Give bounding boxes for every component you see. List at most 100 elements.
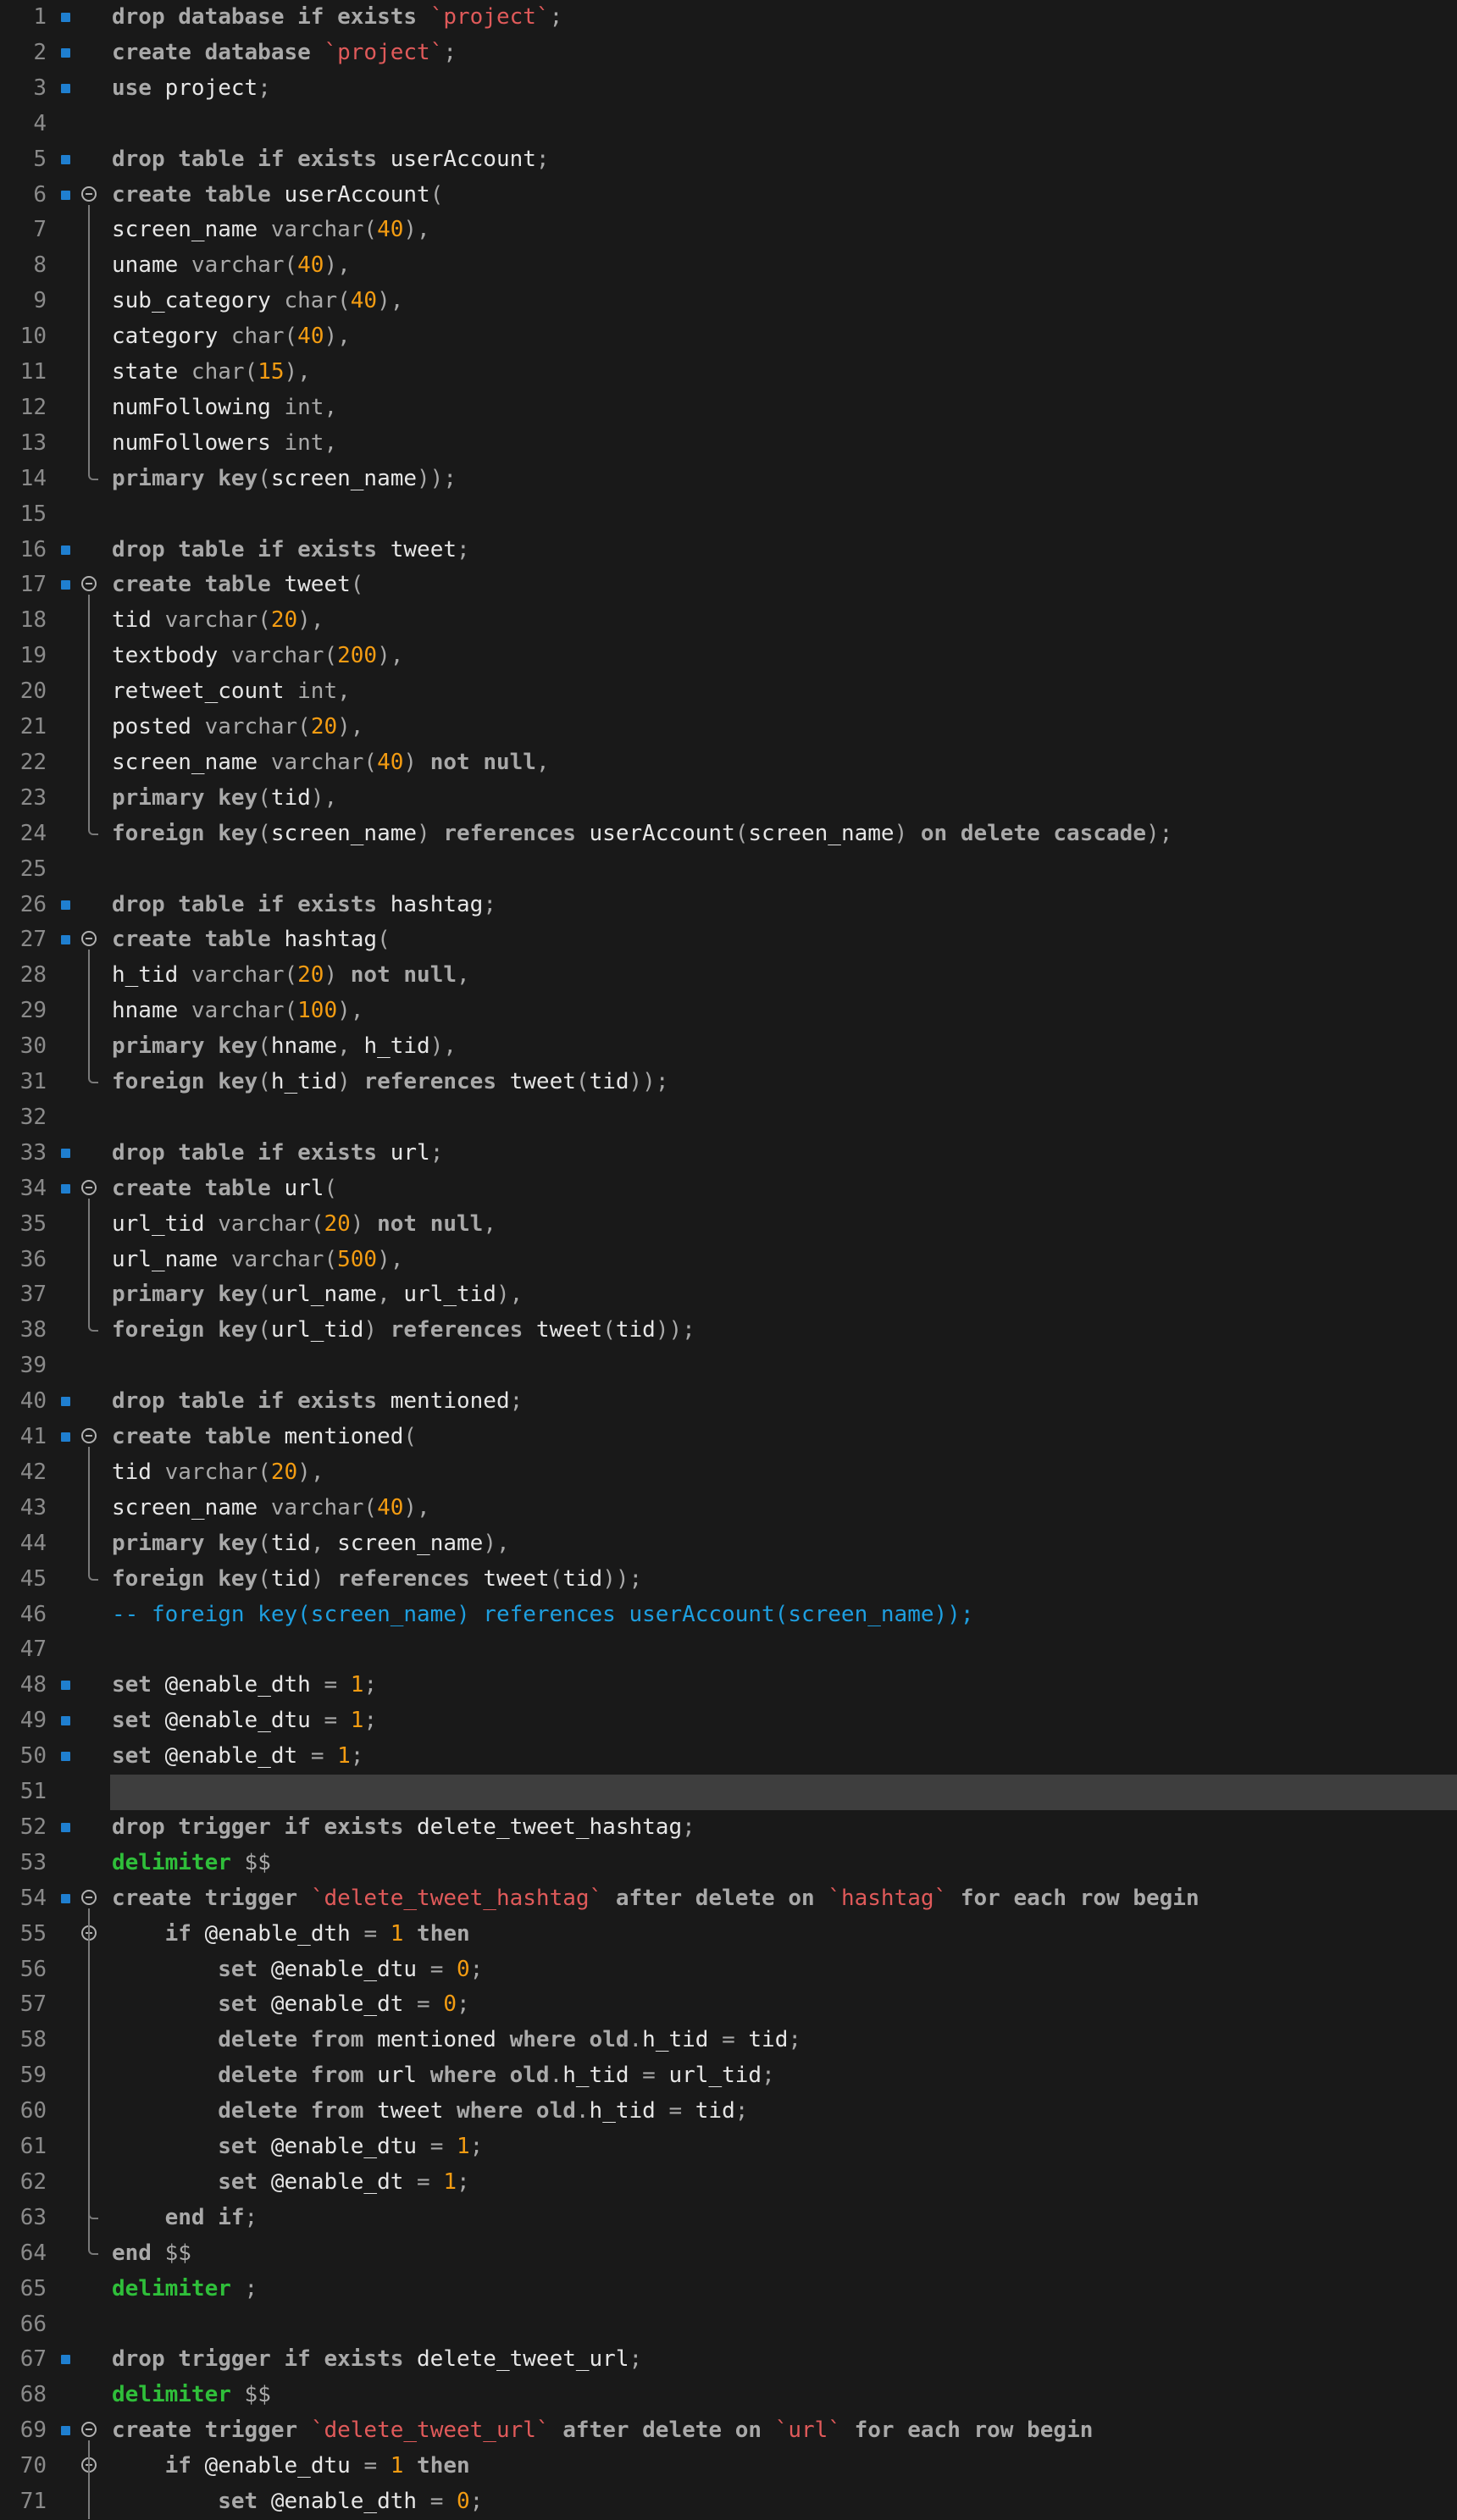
code-text[interactable]: hname varchar(100), (112, 994, 363, 1029)
code-text[interactable]: h_tid varchar(20) not null, (112, 958, 470, 994)
code-line[interactable]: 20 retweet_count int, (0, 674, 1457, 710)
statement-marker-icon[interactable] (61, 13, 70, 22)
code-text[interactable]: drop trigger if exists delete_tweet_hash… (112, 1810, 695, 1846)
code-line[interactable]: 5 drop table if exists userAccount; (0, 142, 1457, 178)
fold-toggle-icon[interactable] (81, 1179, 97, 1195)
code-line[interactable]: 52 drop trigger if exists delete_tweet_ha… (0, 1810, 1457, 1846)
code-line[interactable]: 38 foreign key(url_tid) references tweet(… (0, 1313, 1457, 1349)
statement-marker-icon[interactable] (61, 900, 70, 910)
code-text[interactable]: drop table if exists userAccount; (112, 142, 550, 178)
statement-marker-icon[interactable] (61, 190, 70, 200)
code-text[interactable]: create database `project`; (112, 36, 457, 71)
statement-marker-icon[interactable] (61, 47, 70, 58)
code-line[interactable]: 4 (0, 107, 1457, 142)
code-line[interactable]: 13 numFollowers int, (0, 426, 1457, 462)
code-text[interactable]: screen_name varchar(40) not null, (112, 745, 550, 781)
code-line[interactable]: 9 sub_category char(40), (0, 284, 1457, 319)
code-line[interactable]: 19 textbody varchar(200), (0, 639, 1457, 674)
code-text[interactable]: primary key(screen_name)); (112, 462, 457, 497)
code-line[interactable]: 24 foreign key(screen_name) references us… (0, 817, 1457, 852)
code-text[interactable]: primary key(url_name, url_tid), (112, 1277, 523, 1313)
code-text[interactable]: primary key(tid), (112, 781, 337, 817)
code-line[interactable]: 61 set @enable_dtu = 1; (0, 2130, 1457, 2165)
statement-marker-icon[interactable] (61, 2426, 70, 2436)
code-text[interactable]: tid varchar(20), (112, 1455, 324, 1491)
code-line[interactable]: 66 (0, 2307, 1457, 2343)
code-text[interactable]: set @enable_dtu = 1; (112, 2130, 483, 2165)
code-line[interactable]: 37 primary key(url_name, url_tid), (0, 1277, 1457, 1313)
code-text[interactable]: create trigger `delete_tweet_url` after … (112, 2413, 1093, 2449)
statement-marker-icon[interactable] (61, 154, 70, 164)
code-text[interactable]: delimiter $$ (112, 2378, 271, 2413)
statement-marker-icon[interactable] (61, 1432, 70, 1442)
code-line[interactable]: 12 numFollowing int, (0, 390, 1457, 426)
code-text[interactable]: url_name varchar(500), (112, 1243, 403, 1278)
code-line[interactable]: 56 set @enable_dtu = 0; (0, 1952, 1457, 1988)
statement-marker-icon[interactable] (61, 580, 70, 590)
statement-marker-icon[interactable] (61, 83, 70, 93)
code-text[interactable]: drop table if exists tweet; (112, 533, 470, 568)
statement-marker-icon[interactable] (61, 545, 70, 555)
code-line[interactable]: 31 foreign key(h_tid) references tweet(ti… (0, 1065, 1457, 1100)
code-text[interactable]: end if; (112, 2201, 258, 2236)
code-line[interactable]: 30 primary key(hname, h_tid), (0, 1029, 1457, 1065)
code-text[interactable]: delete from mentioned where old.h_tid = … (112, 2023, 801, 2058)
code-line[interactable]: 58 delete from mentioned where old.h_tid… (0, 2023, 1457, 2058)
code-text[interactable]: numFollowing int, (112, 390, 337, 426)
code-line[interactable]: 7 screen_name varchar(40), (0, 213, 1457, 248)
code-line[interactable]: 48 set @enable_dth = 1; (0, 1668, 1457, 1703)
fold-toggle-icon[interactable] (81, 1428, 97, 1443)
code-line[interactable]: 45 foreign key(tid) references tweet(tid)… (0, 1562, 1457, 1598)
code-text[interactable]: end $$ (112, 2236, 191, 2272)
code-line[interactable]: 42 tid varchar(20), (0, 1455, 1457, 1491)
code-line[interactable]: 59 delete from url where old.h_tid = url… (0, 2058, 1457, 2094)
code-text[interactable]: -- foreign key(screen_name) references u… (112, 1598, 973, 1633)
code-text[interactable]: foreign key(h_tid) references tweet(tid)… (112, 1065, 669, 1100)
code-line[interactable]: 53 delimiter $$ (0, 1846, 1457, 1881)
code-text[interactable]: create table tweet( (112, 568, 363, 603)
code-line[interactable]: 35 url_tid varchar(20) not null, (0, 1207, 1457, 1243)
code-line[interactable]: 46 -- foreign key(screen_name) references… (0, 1598, 1457, 1633)
statement-marker-icon[interactable] (61, 935, 70, 945)
code-text[interactable]: set @enable_dt = 1; (112, 1739, 363, 1775)
code-line[interactable]: 27 create table hashtag( (0, 922, 1457, 958)
code-line[interactable]: 28 h_tid varchar(20) not null, (0, 958, 1457, 994)
code-text[interactable]: delete from url where old.h_tid = url_ti… (112, 2058, 774, 2094)
code-text[interactable]: screen_name varchar(40), (112, 1491, 430, 1526)
code-line[interactable]: 29 hname varchar(100), (0, 994, 1457, 1029)
statement-marker-icon[interactable] (61, 2355, 70, 2365)
code-text[interactable]: create table hashtag( (112, 922, 391, 958)
code-text[interactable]: if @enable_dth = 1 then (112, 1917, 470, 1952)
code-line[interactable]: 67 drop trigger if exists delete_tweet_ur… (0, 2342, 1457, 2378)
statement-marker-icon[interactable] (61, 1681, 70, 1691)
code-line[interactable]: 47 (0, 1632, 1457, 1668)
code-line[interactable]: 18 tid varchar(20), (0, 603, 1457, 639)
code-line[interactable]: 36 url_name varchar(500), (0, 1243, 1457, 1278)
code-text[interactable]: tid varchar(20), (112, 603, 324, 639)
code-text[interactable]: category char(40), (112, 319, 351, 355)
code-line[interactable]: 40 drop table if exists mentioned; (0, 1384, 1457, 1420)
code-text[interactable]: retweet_count int, (112, 674, 351, 710)
code-line[interactable]: 71 set @enable_dth = 0; (0, 2484, 1457, 2520)
code-line[interactable]: 50 set @enable_dt = 1; (0, 1739, 1457, 1775)
code-line[interactable]: 6 create table userAccount( (0, 178, 1457, 213)
code-text[interactable]: posted varchar(20), (112, 710, 363, 745)
code-line[interactable]: 43 screen_name varchar(40), (0, 1491, 1457, 1526)
code-text[interactable]: delimiter ; (112, 2272, 258, 2307)
code-text[interactable]: set @enable_dtu = 1; (112, 1703, 377, 1739)
code-text[interactable]: if @enable_dtu = 1 then (112, 2449, 470, 2484)
code-line[interactable]: 51 (0, 1775, 1457, 1810)
code-line[interactable]: 32 (0, 1100, 1457, 1136)
code-line[interactable]: 16 drop table if exists tweet; (0, 533, 1457, 568)
code-text[interactable]: drop database if exists `project`; (112, 0, 562, 36)
code-text[interactable]: create trigger `delete_tweet_hashtag` af… (112, 1881, 1199, 1917)
statement-marker-icon[interactable] (61, 1397, 70, 1407)
statement-marker-icon[interactable] (61, 1716, 70, 1726)
code-line[interactable]: 68 delimiter $$ (0, 2378, 1457, 2413)
code-line[interactable]: 70 if @enable_dtu = 1 then (0, 2449, 1457, 2484)
code-text[interactable]: textbody varchar(200), (112, 639, 403, 674)
code-line[interactable]: 2 create database `project`; (0, 36, 1457, 71)
statement-marker-icon[interactable] (61, 1183, 70, 1194)
code-text[interactable]: state char(15), (112, 355, 311, 390)
code-text[interactable]: set @enable_dth = 1; (112, 1668, 377, 1703)
